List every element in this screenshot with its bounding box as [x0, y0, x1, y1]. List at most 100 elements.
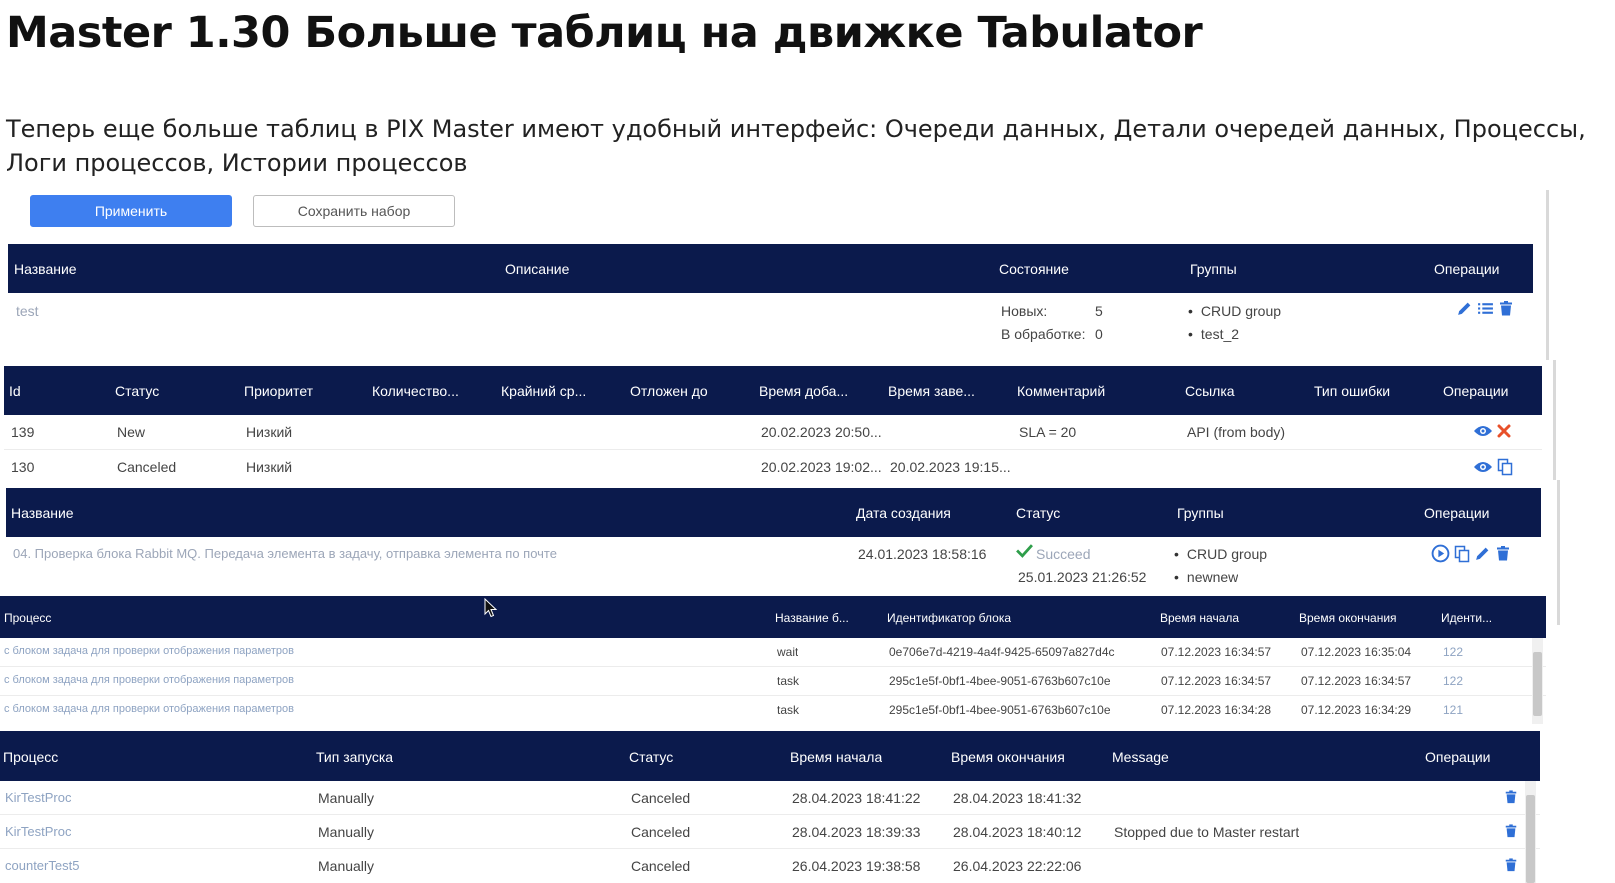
cell-message: Stopped due to Master restart	[1114, 824, 1300, 840]
column-header-id[interactable]: Id	[9, 383, 21, 399]
scrollbar-thumb[interactable]	[1533, 652, 1542, 716]
column-header-launch-type[interactable]: Тип запуска	[316, 749, 393, 765]
column-header-start-time[interactable]: Время начала	[790, 749, 882, 765]
cell-process[interactable]: с блоком задача для проверки отображения…	[4, 703, 294, 715]
table-row[interactable]: KirTestProc Manually Canceled 28.04.2023…	[0, 815, 1540, 849]
column-header-error-type[interactable]: Тип ошибки	[1314, 383, 1390, 399]
cell-finished-time: 20.02.2023 19:15...	[890, 459, 1011, 475]
cell-block-id: 295c1e5f-0bf1-4bee-9051-6763b607c10e	[889, 674, 1111, 688]
process-name[interactable]: 04. Проверка блока Rabbit MQ. Передача э…	[13, 546, 557, 561]
table-row[interactable]: KirTestProc Manually Canceled 28.04.2023…	[0, 781, 1540, 815]
column-header-finished-time[interactable]: Время заве...	[888, 383, 975, 399]
cell-process[interactable]: KirTestProc	[5, 790, 71, 805]
column-header-added-time[interactable]: Время доба...	[759, 383, 848, 399]
column-header-process[interactable]: Процесс	[4, 611, 51, 625]
column-header-deadline[interactable]: Крайний ср...	[501, 383, 586, 399]
table-row[interactable]: 04. Проверка блока Rabbit MQ. Передача э…	[6, 537, 1541, 593]
edit-icon[interactable]	[1474, 545, 1491, 562]
cursor-icon	[484, 598, 498, 618]
cell-identifier[interactable]: 122	[1443, 645, 1463, 659]
eye-icon[interactable]	[1473, 423, 1493, 439]
state-processing-label: В обработке:	[1001, 326, 1086, 342]
table-row[interactable]: с блоком задача для проверки отображения…	[0, 696, 1546, 724]
cell-end-time: 07.12.2023 16:34:29	[1301, 703, 1412, 717]
column-header-end-time[interactable]: Время окончания	[1299, 611, 1397, 625]
row-operations	[1431, 544, 1511, 563]
copy-icon[interactable]	[1454, 545, 1470, 563]
row-operations	[1456, 300, 1514, 317]
table-row[interactable]: test Новых: 5 В обработке: 0 CRUD group …	[8, 293, 1533, 362]
cell-end-time: 26.04.2023 22:22:06	[953, 858, 1082, 874]
cell-link: API (from body)	[1187, 424, 1286, 440]
column-header-comment[interactable]: Комментарий	[1017, 383, 1105, 399]
play-icon[interactable]	[1431, 544, 1450, 563]
group-tag: newnew	[1174, 569, 1238, 585]
frame-edge	[1546, 190, 1549, 360]
column-header-operations[interactable]: Операции	[1425, 749, 1491, 765]
scrollbar-thumb[interactable]	[1526, 795, 1535, 883]
slide-subtitle: Теперь еще больше таблиц в PIX Master им…	[6, 112, 1611, 180]
column-header-block-name[interactable]: Название б...	[775, 611, 849, 625]
column-header-operations[interactable]: Операции	[1434, 261, 1500, 277]
close-icon[interactable]	[1497, 424, 1511, 438]
column-header-status[interactable]: Статус	[115, 383, 159, 399]
process-history-table-header: Процесс Тип запуска Статус Время начала …	[0, 731, 1540, 781]
column-header-operations[interactable]: Операции	[1443, 383, 1509, 399]
column-header-start-time[interactable]: Время начала	[1160, 611, 1239, 625]
column-header-name[interactable]: Название	[11, 505, 74, 521]
cell-launch-type: Manually	[318, 824, 375, 840]
row-operations	[1473, 423, 1511, 439]
cell-start-time: 07.12.2023 16:34:28	[1161, 703, 1272, 717]
cell-identifier[interactable]: 121	[1443, 703, 1463, 717]
save-set-button[interactable]: Сохранить набор	[253, 195, 455, 227]
apply-button[interactable]: Применить	[30, 195, 232, 227]
cell-process[interactable]: KirTestProc	[5, 824, 71, 839]
trash-icon[interactable]	[1498, 300, 1514, 317]
trash-icon[interactable]	[1504, 857, 1518, 873]
column-header-name[interactable]: Название	[14, 261, 77, 277]
queue-name[interactable]: test	[16, 303, 39, 319]
cell-status: Canceled	[631, 824, 691, 840]
cell-process[interactable]: с блоком задача для проверки отображения…	[4, 645, 294, 657]
trash-icon[interactable]	[1495, 545, 1511, 562]
scrollbar[interactable]	[1532, 638, 1543, 724]
table-row[interactable]: 130 Canceled Низкий 20.02.2023 19:02... …	[4, 450, 1542, 484]
column-header-groups[interactable]: Группы	[1177, 505, 1224, 521]
column-header-postponed[interactable]: Отложен до	[630, 383, 708, 399]
list-icon[interactable]	[1477, 300, 1494, 317]
copy-icon[interactable]	[1497, 458, 1513, 476]
scrollbar[interactable]	[1525, 781, 1536, 883]
cell-block-name: wait	[777, 645, 799, 659]
column-header-status[interactable]: Статус	[629, 749, 673, 765]
table-row[interactable]: с блоком задача для проверки отображения…	[0, 638, 1546, 667]
column-header-status[interactable]: Статус	[1016, 505, 1060, 521]
queues-table: Название Описание Состояние Группы Опера…	[8, 244, 1533, 362]
column-header-process[interactable]: Процесс	[3, 749, 58, 765]
table-row[interactable]: 139 New Низкий 20.02.2023 20:50... SLA =…	[4, 415, 1542, 450]
column-header-created[interactable]: Дата создания	[856, 505, 951, 521]
edit-icon[interactable]	[1456, 300, 1473, 317]
cell-identifier[interactable]: 122	[1443, 674, 1463, 688]
trash-icon[interactable]	[1504, 823, 1518, 839]
cell-process[interactable]: counterTest5	[5, 858, 79, 873]
column-header-message[interactable]: Message	[1112, 749, 1169, 765]
column-header-end-time[interactable]: Время окончания	[951, 749, 1065, 765]
column-header-priority[interactable]: Приоритет	[244, 383, 313, 399]
table-row[interactable]: counterTest5 Manually Canceled 26.04.202…	[0, 849, 1540, 882]
cell-id: 130	[11, 459, 35, 475]
column-header-identifier[interactable]: Иденти...	[1441, 611, 1492, 625]
column-header-operations[interactable]: Операции	[1424, 505, 1490, 521]
status-badge: Succeed	[1036, 546, 1091, 562]
column-header-block-id[interactable]: Идентификатор блока	[887, 611, 1011, 625]
table-row[interactable]: с блоком задача для проверки отображения…	[0, 667, 1546, 696]
column-header-groups[interactable]: Группы	[1190, 261, 1237, 277]
column-header-link[interactable]: Ссылка	[1185, 383, 1235, 399]
cell-process[interactable]: с блоком задача для проверки отображения…	[4, 674, 294, 686]
column-header-state[interactable]: Состояние	[999, 261, 1069, 277]
eye-icon[interactable]	[1473, 459, 1493, 475]
process-history-table: Процесс Тип запуска Статус Время начала …	[0, 731, 1540, 883]
cell-start-time: 07.12.2023 16:34:57	[1161, 674, 1272, 688]
column-header-quantity[interactable]: Количество...	[372, 383, 459, 399]
column-header-description[interactable]: Описание	[505, 261, 569, 277]
trash-icon[interactable]	[1504, 789, 1518, 805]
